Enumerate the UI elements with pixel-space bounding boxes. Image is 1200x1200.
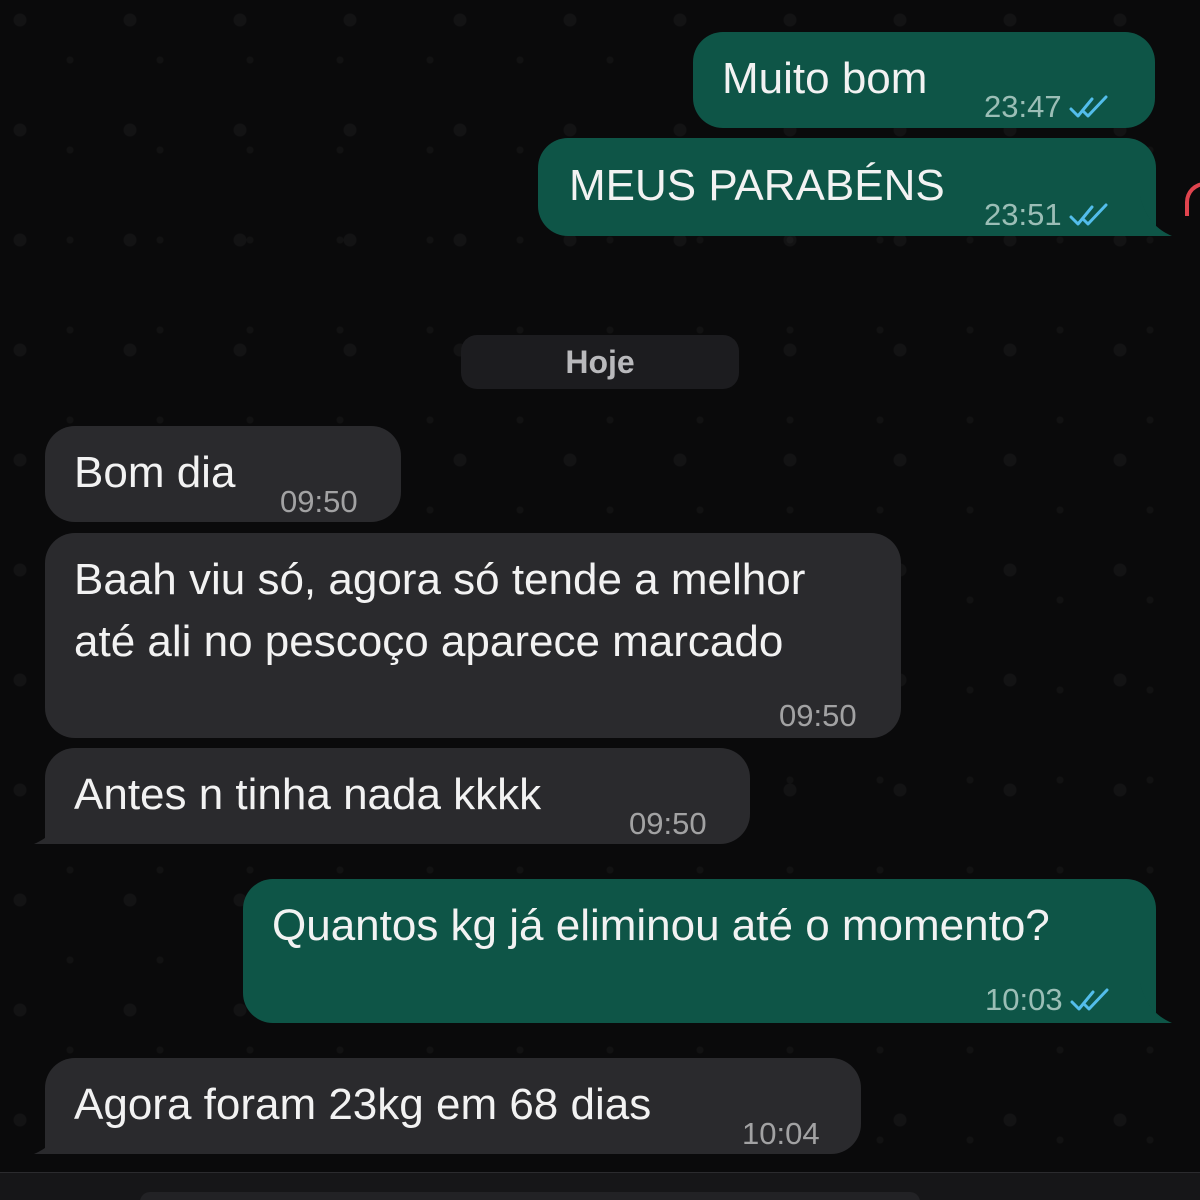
message-text: Quantos kg já eliminou até o momento? xyxy=(272,901,1050,950)
reaction-indicator xyxy=(1185,182,1200,216)
message-text: MEUS PARABÉNS xyxy=(569,161,945,210)
message-text-line-2: até ali no pescoço aparece marcado xyxy=(74,617,784,666)
bubble-tail xyxy=(1140,196,1172,236)
message-bubble-incoming[interactable]: Agora foram 23kg em 68 dias 10:04 xyxy=(45,1058,861,1154)
message-text: Antes n tinha nada kkkk xyxy=(74,770,542,819)
message-time: 23:47 xyxy=(984,89,1062,124)
message-meta: 09:50 xyxy=(280,471,358,533)
message-bubble-incoming[interactable]: Baah viu só, agora só tende a melhor até… xyxy=(45,533,901,738)
message-bubble-incoming[interactable]: Antes n tinha nada kkkk 09:50 xyxy=(45,748,750,844)
message-bubble-outgoing[interactable]: MEUS PARABÉNS 23:51 xyxy=(538,138,1156,236)
message-meta: 09:50 xyxy=(629,793,707,855)
message-bubble-outgoing[interactable]: Muito bom 23:47 xyxy=(693,32,1155,128)
message-time: 09:50 xyxy=(779,698,857,733)
message-bubble-incoming[interactable]: Bom dia 09:50 xyxy=(45,426,401,522)
double-check-icon xyxy=(1070,988,1109,1011)
bubble-tail xyxy=(1140,983,1172,1023)
double-check-icon xyxy=(1069,203,1108,226)
message-bubble-outgoing[interactable]: Quantos kg já eliminou até o momento? 10… xyxy=(243,879,1156,1023)
message-time: 23:51 xyxy=(984,197,1062,232)
chat-view: Muito bom 23:47 MEUS PARABÉNS 23:51 Hoje… xyxy=(0,0,1200,1200)
message-text: Agora foram 23kg em 68 dias xyxy=(74,1080,652,1129)
message-time: 10:03 xyxy=(985,982,1063,1017)
message-input[interactable] xyxy=(140,1192,920,1200)
message-text: Bom dia xyxy=(74,448,236,497)
message-meta: 23:51 xyxy=(984,184,1112,246)
message-text-line-1: Baah viu só, agora só tende a melhor xyxy=(74,555,806,604)
message-time: 10:04 xyxy=(742,1116,820,1151)
day-divider: Hoje xyxy=(461,335,739,389)
bubble-tail xyxy=(34,1114,66,1154)
message-text: Muito bom xyxy=(722,54,928,103)
message-time: 09:50 xyxy=(280,484,358,519)
message-time: 09:50 xyxy=(629,806,707,841)
message-meta: 10:03 xyxy=(985,969,1113,1031)
message-meta: 10:04 xyxy=(742,1103,820,1165)
message-meta: 09:50 xyxy=(779,685,857,747)
bubble-tail xyxy=(34,804,66,844)
message-meta: 23:47 xyxy=(984,76,1112,138)
double-check-icon xyxy=(1069,95,1108,118)
